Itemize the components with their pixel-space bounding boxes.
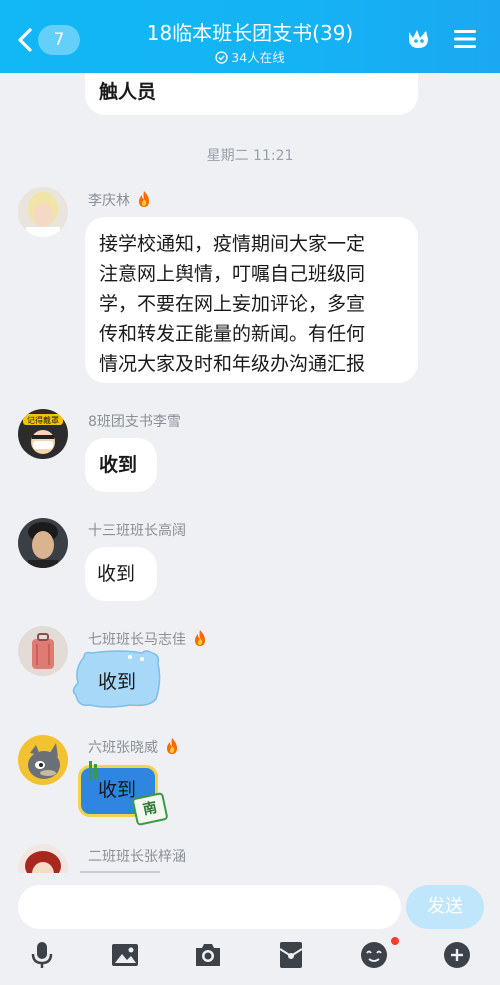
send-button[interactable]: 发送 [406,885,484,929]
message-text-line: 学，不要在网上妄加评论，多宣 [99,293,366,315]
back-button[interactable]: 7 [14,22,80,58]
fire-icon [195,630,205,646]
chevron-left-icon [18,28,32,52]
input-bar: 发送 [0,873,500,985]
message-list[interactable]: 触人员 星期二 11:21 李庆林 接学校通知，疫情期间大家一定 注意网上舆情，… [0,73,500,873]
mic-icon[interactable] [26,939,58,971]
avatar[interactable]: 记得戴罩 [18,409,68,459]
avatar-caption: 记得戴罩 [27,415,59,425]
message-text: 收到 [97,563,136,585]
message-bubble[interactable]: 收到 [85,438,157,492]
sender-name: 十三班班长高阔 [88,523,186,539]
avatar[interactable] [18,626,68,676]
avatar[interactable] [18,518,68,568]
online-status: 34人在线 [100,47,400,66]
message-text: 收到 [98,779,137,801]
online-count: 34人在线 [231,50,285,65]
sender-name: 二班班长张梓涵 [88,849,186,865]
plus-icon[interactable] [441,939,473,971]
sender-name: 李庆林 [88,190,152,210]
menu-icon[interactable] [450,24,480,54]
online-check-icon [215,51,228,64]
sender-name: 七班班长马志佳 [88,629,208,649]
fire-icon [139,191,149,207]
fire-icon [167,738,177,754]
message-text-line: 传和转发正能量的新闻。有任何 [99,323,366,345]
avatar[interactable] [18,187,68,237]
message-text-line: 接学校通知，疫情期间大家一定 [99,233,366,255]
message-text-line: 情况大家及时和年级办沟通汇报 [99,353,366,375]
message-text: 收到 [98,671,137,693]
camera-icon[interactable] [192,939,224,971]
red-packet-icon[interactable] [275,939,307,971]
avatar[interactable] [18,735,68,785]
sender-name: 六班张晓威 [88,737,180,757]
image-icon[interactable] [109,939,141,971]
message-text-line: 注意网上舆情，叮嘱自己班级同 [99,263,366,285]
unread-count-badge: 7 [38,25,80,55]
message-text: 触人员 [99,81,157,103]
message-input[interactable] [18,885,401,929]
timestamp: 星期二 11:21 [206,148,294,164]
message-bubble-previous[interactable]: 触人员 [85,73,418,115]
group-mascot-icon[interactable] [404,24,434,54]
themed-bubble[interactable]: 收到 南 [78,761,172,827]
notification-dot [391,937,399,945]
message-bubble[interactable]: 收到 [85,547,157,601]
group-title[interactable]: 18临本班长团支书(39) [100,17,400,46]
message-bubble[interactable]: 接学校通知，疫情期间大家一定 注意网上舆情，叮嘱自己班级同 学，不要在网上妄加评… [85,217,418,383]
emoji-icon[interactable] [358,939,390,971]
sender-name: 8班团支书李雪 [88,414,181,430]
mahjong-tile-sticker: 南 [131,791,169,827]
chat-header: 7 18临本班长团支书(39) 34人在线 [0,0,500,73]
message-text: 收到 [99,454,138,476]
themed-bubble[interactable]: 收到 [70,649,166,713]
avatar[interactable] [18,844,68,873]
